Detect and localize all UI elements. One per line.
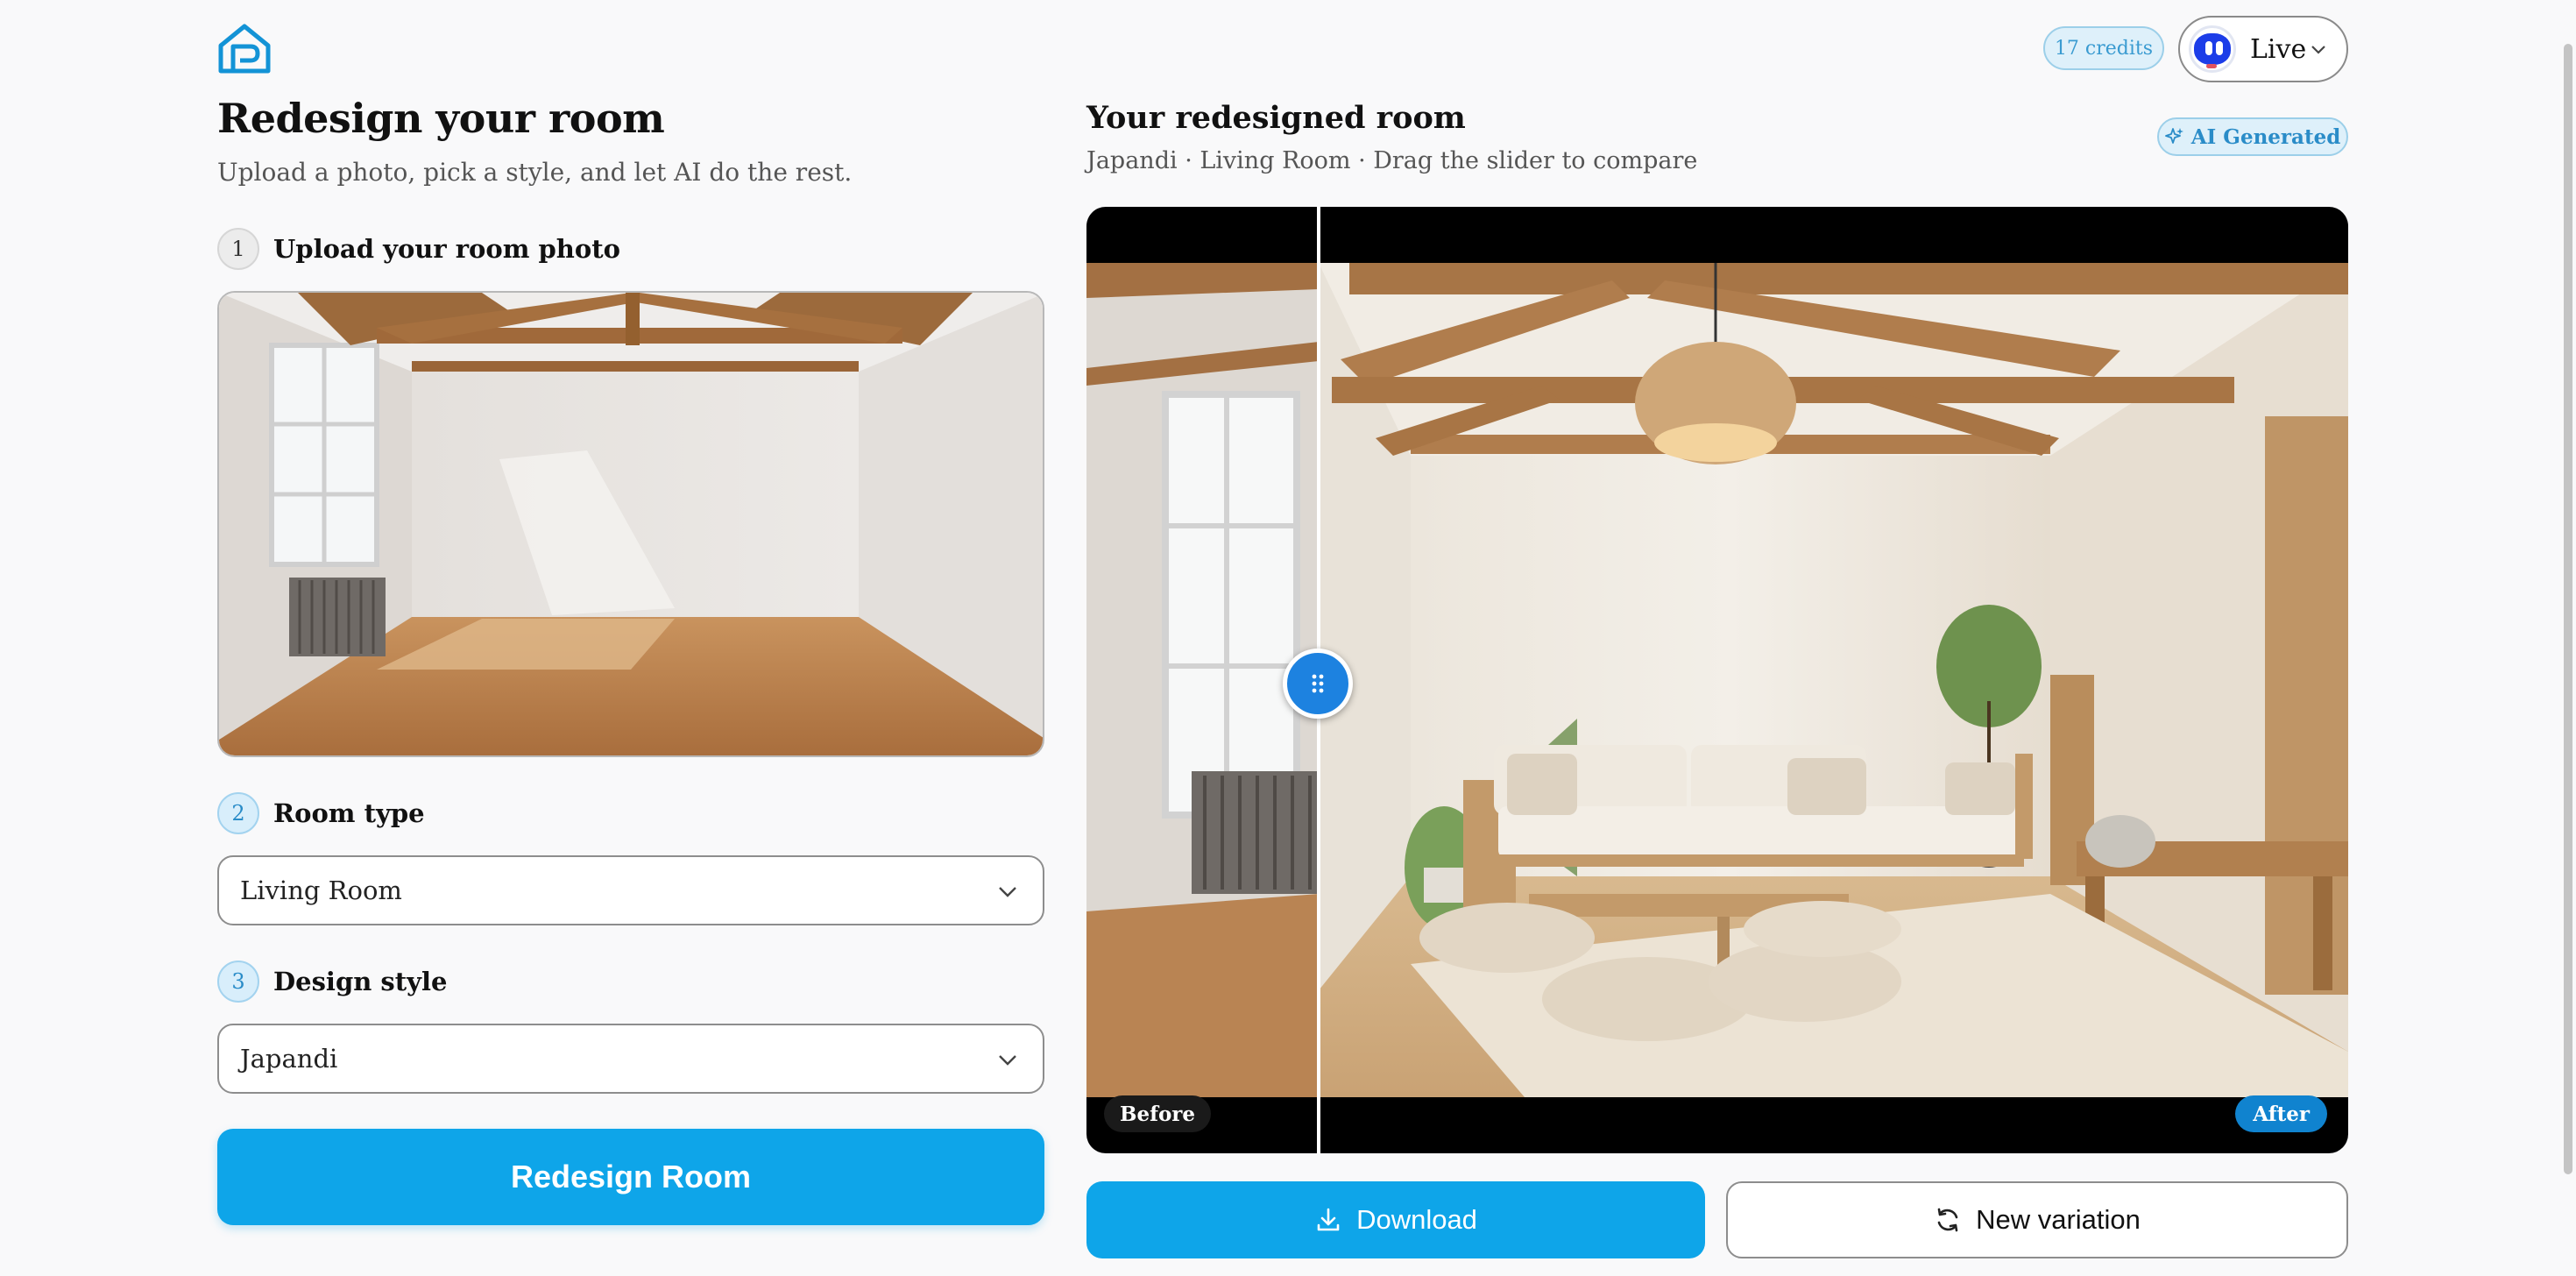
avatar	[2189, 25, 2236, 73]
room-type-select[interactable]: Living Room	[217, 855, 1044, 925]
redesigned-room-image	[1086, 263, 2348, 1097]
step-number: 1	[217, 228, 259, 270]
step-label: Room type	[273, 798, 425, 828]
download-icon	[1317, 1208, 1340, 1231]
design-style-value: Japandi	[240, 1044, 338, 1074]
ai-badge-label: AI Generated	[2190, 124, 2341, 149]
before-after-compare[interactable]: Before After	[1086, 207, 2348, 1153]
step-label: Design style	[273, 967, 448, 996]
step-design-style: 3 Design style	[217, 961, 447, 1003]
step-number: 3	[217, 961, 259, 1003]
page-scrollbar[interactable]	[2564, 44, 2572, 1174]
redesign-room-button[interactable]: Redesign Room	[217, 1129, 1044, 1225]
uploaded-room-photo[interactable]	[217, 291, 1044, 757]
page-title: Redesign your room	[217, 95, 665, 142]
design-style-select[interactable]: Japandi	[217, 1024, 1044, 1094]
chevron-down-icon	[2311, 46, 2325, 54]
download-label: Download	[1356, 1204, 1477, 1235]
result-subtitle: Japandi · Living Room · Drag the slider …	[1086, 147, 1698, 174]
user-name: Live	[2250, 33, 2307, 65]
sparkle-icon	[2164, 128, 2183, 144]
step-upload: 1 Upload your room photo	[217, 228, 620, 270]
download-button[interactable]: Download	[1086, 1181, 1705, 1258]
drag-grip-icon	[1312, 674, 1324, 693]
result-title: Your redesigned room	[1086, 100, 1466, 136]
credits-badge: 17 credits	[2043, 26, 2164, 70]
page-subtitle: Upload a photo, pick a style, and let AI…	[217, 158, 853, 187]
new-variation-button[interactable]: New variation	[1726, 1181, 2348, 1258]
after-label: After	[2235, 1095, 2327, 1132]
refresh-icon	[1937, 1208, 1958, 1232]
room-type-value: Living Room	[240, 875, 402, 905]
chevron-down-icon	[999, 1055, 1016, 1066]
compare-slider-handle[interactable]	[1283, 649, 1353, 719]
step-label: Upload your room photo	[273, 234, 620, 264]
before-label: Before	[1104, 1095, 1212, 1132]
chevron-down-icon	[999, 887, 1016, 897]
new-variation-label: New variation	[1976, 1204, 2141, 1235]
ai-generated-badge: AI Generated	[2157, 117, 2348, 156]
step-number: 2	[217, 792, 259, 834]
house-logo-icon[interactable]	[217, 23, 272, 74]
user-menu-button[interactable]: Live	[2178, 16, 2348, 82]
step-room-type: 2 Room type	[217, 792, 425, 834]
